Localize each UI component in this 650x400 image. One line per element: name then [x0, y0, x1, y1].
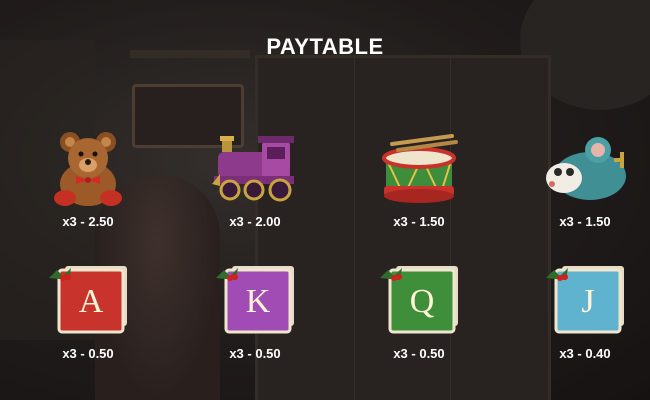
paytable-entry-j: J x3 - 0.40 [520, 260, 650, 361]
card-k-icon: K [216, 266, 294, 334]
paytable-title: PAYTABLE [266, 34, 384, 59]
svg-text:J: J [581, 283, 594, 320]
toy-train-icon [212, 136, 294, 202]
paytable-entry-train: x3 - 2.00 [190, 128, 320, 229]
paytable-entry-a: A x3 - 0.50 [23, 260, 153, 361]
payout-value: x3 - 1.50 [559, 214, 611, 229]
paytable-entry-teddy: x3 - 2.50 [23, 128, 153, 229]
paytable-entry-mouse: x3 - 1.50 [520, 128, 650, 229]
svg-text:K: K [246, 283, 271, 320]
paytable-entry-k: K x3 - 0.50 [190, 260, 320, 361]
paytable-entry-q: Q x3 - 0.50 [354, 260, 484, 361]
card-q-icon: Q [380, 266, 458, 334]
payout-value: x3 - 0.50 [393, 346, 445, 361]
toy-mouse-icon [546, 137, 626, 200]
payout-value: x3 - 0.50 [229, 346, 281, 361]
teddy-bear-icon [54, 132, 122, 206]
payout-value: x3 - 2.50 [62, 214, 114, 229]
payout-value: x3 - 0.50 [62, 346, 114, 361]
card-a-icon: A [49, 266, 127, 334]
drum-icon [382, 134, 458, 203]
svg-text:Q: Q [410, 283, 435, 320]
payout-value: x3 - 2.00 [229, 214, 281, 229]
payout-value: x3 - 1.50 [393, 214, 445, 229]
svg-text:A: A [79, 283, 104, 320]
paytable-entry-drum: x3 - 1.50 [354, 128, 484, 229]
card-j-icon: J [546, 266, 624, 334]
payout-value: x3 - 0.40 [559, 346, 611, 361]
